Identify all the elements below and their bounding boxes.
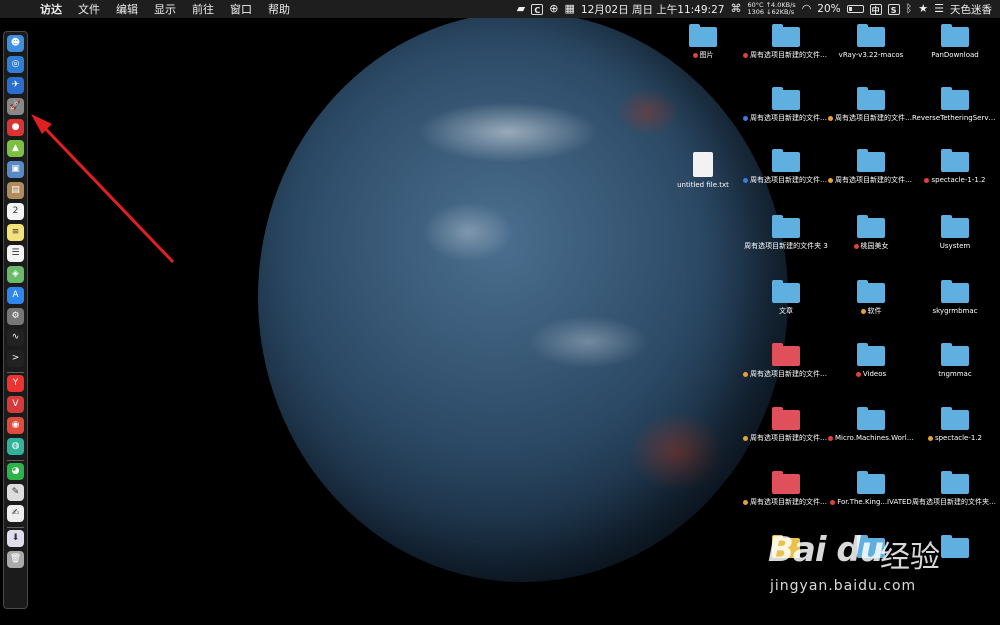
menu-go[interactable]: 前往 [192, 1, 214, 17]
battery-percent[interactable]: 20% [817, 3, 840, 15]
menu-finder[interactable]: 访达 [40, 1, 62, 17]
input-method-icon[interactable]: 中 [869, 3, 882, 15]
menu-edit[interactable]: 编辑 [116, 1, 138, 17]
fan-speed: 1306 [747, 8, 764, 16]
bluetooth-icon[interactable]: ᛒ [906, 0, 913, 18]
menu-window[interactable]: 窗口 [230, 1, 252, 17]
clock-text[interactable]: 12月02日 周日 上午11:49:27 [581, 2, 725, 17]
c-app-icon[interactable]: C [531, 3, 544, 15]
baidu-watermark: Bai du 经验 jingyan.baidu.com [768, 530, 1000, 610]
calendar-icon[interactable]: ▦ [564, 0, 574, 18]
menu-extra-icon[interactable]: ⌘ [730, 0, 741, 18]
star-icon[interactable]: ★ [918, 0, 928, 18]
wifi-icon[interactable]: ◠ [802, 0, 812, 18]
watermark-url: jingyan.baidu.com [770, 578, 917, 594]
stats-widget[interactable]: 60°C ↑4.0KB/s 1306 ↓62KB/s [747, 2, 795, 16]
user-name[interactable]: 天色迷香 [950, 2, 992, 17]
menu-help[interactable]: 帮助 [268, 1, 290, 17]
menu-view[interactable]: 显示 [154, 1, 176, 17]
baidu-logo: Bai du [768, 530, 884, 570]
chat-icon[interactable]: ▰ [517, 0, 525, 18]
arrow-line [38, 121, 175, 264]
globe-icon[interactable]: ⊕ [549, 0, 558, 18]
menu-bar: 访达 文件 编辑 显示 前往 窗口 帮助 ▰ C ⊕ ▦ 12月02日 周日 上… [0, 0, 1000, 18]
download-speed: ↓62KB/s [766, 8, 795, 16]
battery-icon[interactable] [846, 5, 864, 13]
hamburger-icon[interactable]: ☰ [934, 0, 944, 18]
watermark-jingyan: 经验 [880, 540, 940, 575]
menu-file[interactable]: 文件 [78, 1, 100, 17]
s-app-icon[interactable]: S [887, 3, 900, 15]
